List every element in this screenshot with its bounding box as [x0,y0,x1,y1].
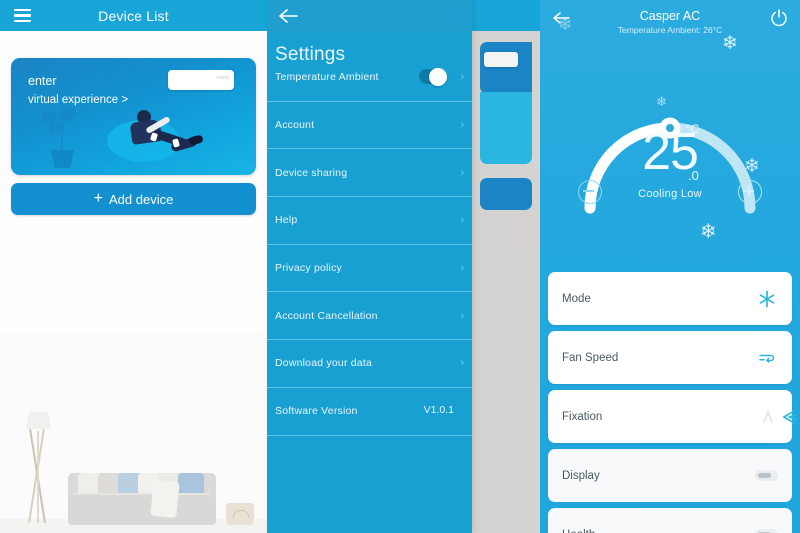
power-icon[interactable] [769,8,789,28]
add-device-button[interactable]: + Add device [11,183,256,215]
settings-row-label: Account [275,119,315,132]
room-photo [0,333,267,533]
device-list-header: Device List [0,0,267,31]
chevron-right-icon: › [460,357,464,370]
fan-speed-icon [758,349,776,367]
plus-circle-icon[interactable] [738,180,762,204]
fan-speed-glyph [759,354,775,363]
option-label: Mode [562,292,591,305]
power-glyph [771,9,787,27]
background-card [480,42,532,94]
settings-row-label: Privacy policy [275,262,342,275]
ac-options-list: Mode Fan Speed Fixation Display [540,272,800,533]
settings-list: Temperature Ambient › Account › Device shari… [267,54,472,436]
sofa-base [68,495,216,525]
plant-pot [51,150,74,168]
temperature-readout: 25 °C .0 [540,122,800,183]
add-device-label: Add device [109,191,174,207]
plant-leaf [49,122,64,135]
sofa [68,467,216,525]
chevron-right-icon: › [460,119,464,132]
plant-illustration [35,106,91,168]
settings-row-label: Download your data [275,357,372,370]
virtual-experience-card[interactable]: room enter virtual experience > [11,58,256,175]
device-list-body: room enter virtual experience > + Add de… [0,31,267,533]
settings-row[interactable]: Device sharing › [267,149,472,198]
chevron-right-icon: › [460,71,464,84]
promo-tile[interactable]: room [168,70,234,90]
option-fan-speed[interactable]: Fan Speed [548,331,792,384]
settings-row-label: Help [275,214,298,227]
chevron-right-icon: › [460,262,464,275]
settings-row-label: Device sharing [275,166,348,179]
settings-row[interactable]: Software Version V1.0.1 [267,388,472,436]
promo-line-2: virtual experience > [28,94,129,106]
snowflake-icon [758,290,776,308]
temperature-ambient-toggle[interactable] [419,67,447,86]
health-toggle[interactable] [755,528,778,533]
temperature-unit: °C [686,122,700,136]
settings-row[interactable]: Privacy policy › [267,245,472,293]
chevron-right-icon: › [460,166,464,179]
swing-glyph [763,409,797,424]
settings-row-label: Software Version [275,405,358,418]
option-health[interactable]: Health [548,508,792,533]
lamp-leg [37,431,40,523]
person-illustration [115,106,205,168]
app-screenshot: Device List room enter virtual experienc… [0,0,800,533]
settings-row[interactable]: Help › [267,197,472,245]
settings-row[interactable]: Account › [267,102,472,150]
minus-circle-icon[interactable] [578,180,602,204]
background-card [480,92,532,164]
ac-device-name: Casper AC [639,9,701,23]
settings-row-label: Temperature Ambient [275,71,379,84]
temperature-dial[interactable]: 25 °C .0 Cooling Low [540,30,800,250]
option-label: Display [562,469,600,482]
option-fixation[interactable]: Fixation [548,390,797,443]
plant-leaf [59,106,76,121]
option-mode[interactable]: Mode [548,272,792,325]
background-screen [472,0,540,533]
swing-icon [760,408,797,426]
promo-tile-text: room [216,75,229,81]
option-label: Fan Speed [562,351,619,364]
side-stool [226,503,254,525]
settings-row-label: Account Cancellation [275,309,378,322]
promo-line-1: enter [28,74,57,88]
back-arrow-glyph [279,9,298,23]
snowflake-glyph [759,290,775,307]
throw-blanket [150,479,180,519]
temperature-decimal: .0 [688,168,699,183]
device-list-screen: Device List room enter virtual experienc… [0,0,267,533]
settings-row[interactable]: Account Cancellation › [267,292,472,341]
settings-row[interactable]: Temperature Ambient › [267,54,472,102]
plus-icon: + [93,190,103,207]
ac-control-screen: Casper AC Temperature Ambient: 26°C ❄ ❄ … [540,0,800,533]
display-toggle[interactable] [755,469,778,481]
settings-row[interactable]: Download your data › [267,340,472,388]
chevron-right-icon: › [460,214,464,227]
option-label: Fixation [562,410,603,423]
lamp-shade [26,412,51,429]
chevron-right-icon: › [460,309,464,322]
settings-header [267,0,472,32]
option-display[interactable]: Display [548,449,792,502]
person-shoe [188,134,204,146]
settings-row-value: V1.0.1 [423,404,454,417]
back-arrow-icon[interactable] [277,6,299,26]
background-tile [484,52,518,67]
page-title: Device List [98,8,169,24]
settings-screen: Settings Temperature Ambient › Account › Dev… [267,0,472,533]
option-label: Health [562,529,595,533]
background-card [480,178,532,210]
background-header [472,0,540,31]
